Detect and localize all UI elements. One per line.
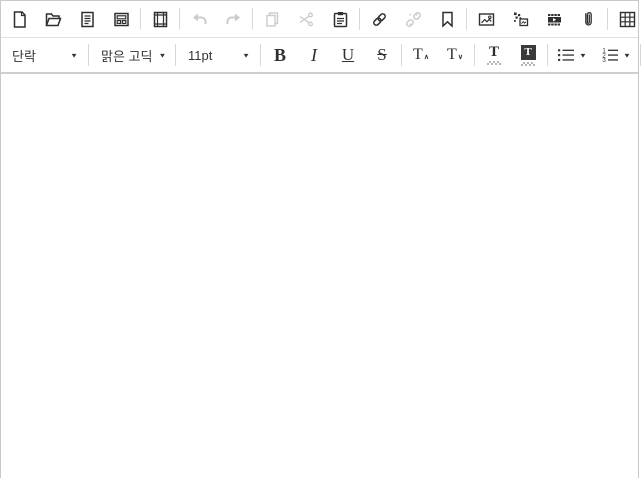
toolbar-divider <box>359 8 360 30</box>
highlight-box: T <box>521 45 536 60</box>
font-size-down-button[interactable]: T∨ <box>438 40 472 70</box>
attachment-button[interactable] <box>571 4 605 34</box>
chevron-down-icon: ▼ <box>623 51 631 58</box>
paragraph-style-select[interactable]: 단락 ▼ <box>2 41 86 69</box>
font-family-select[interactable]: 맑은 고딕 ▼ <box>91 41 173 69</box>
page-frame-button[interactable] <box>143 4 177 34</box>
bookmark-icon <box>438 10 457 29</box>
scissors-icon <box>297 10 316 29</box>
toolbar-divider <box>179 8 180 30</box>
image-icon <box>477 10 496 29</box>
chevron-down-icon: ▼ <box>579 51 587 58</box>
color-swatch <box>521 62 535 66</box>
link-button[interactable] <box>362 4 396 34</box>
undo-icon <box>190 10 209 29</box>
font-size-down-icon: T∨ <box>447 48 463 62</box>
undo-button[interactable] <box>182 4 216 34</box>
strikethrough-label: S <box>377 45 386 65</box>
font-color-button[interactable]: T <box>477 40 511 70</box>
paragraph-style-value: 단락 <box>12 46 36 65</box>
table-button[interactable] <box>610 4 642 34</box>
toolbar-divider <box>547 44 548 66</box>
table-grid-icon <box>618 10 637 29</box>
toolbar-divider <box>474 44 475 66</box>
bold-button[interactable]: B <box>263 40 297 70</box>
copy-icon <box>263 10 282 29</box>
new-document-button[interactable] <box>2 4 36 34</box>
copy-button[interactable] <box>255 4 289 34</box>
italic-button[interactable]: I <box>297 40 331 70</box>
numbered-list-button[interactable]: 1 2 3 ▼ <box>594 40 638 70</box>
link-icon <box>370 10 389 29</box>
toolbar-divider <box>260 44 261 66</box>
bullet-list-icon <box>557 47 575 63</box>
font-size-value: 11pt <box>188 48 212 63</box>
paperclip-icon <box>579 10 598 29</box>
redo-icon <box>224 10 243 29</box>
bullet-list-button[interactable]: ▼ <box>550 40 594 70</box>
editor-toolbar: » 단락 ▼ 맑은 고딕 ▼ 11pt ▼ B <box>1 1 638 74</box>
open-folder-icon <box>44 10 63 29</box>
underline-label: U <box>342 45 354 65</box>
toolbar-row-main: » <box>1 1 638 37</box>
color-swatch <box>487 61 501 65</box>
editor-content-area[interactable] <box>1 74 638 478</box>
toolbar-divider <box>640 44 641 66</box>
page-frame-icon <box>151 10 170 29</box>
bold-label: B <box>274 45 286 66</box>
chevron-down-icon: ▼ <box>70 51 78 58</box>
font-size-up-button[interactable]: T∧ <box>404 40 438 70</box>
underline-button[interactable]: U <box>331 40 365 70</box>
italic-label: I <box>311 45 317 66</box>
svg-text:3: 3 <box>602 57 606 63</box>
clipboard-icon <box>331 10 350 29</box>
rich-text-editor: » 단락 ▼ 맑은 고딕 ▼ 11pt ▼ B <box>0 0 639 478</box>
toolbar-row-format: 단락 ▼ 맑은 고딕 ▼ 11pt ▼ B I U <box>1 37 638 72</box>
photo-gallery-icon <box>511 10 530 29</box>
redo-button[interactable] <box>216 4 250 34</box>
toolbar-divider <box>607 8 608 30</box>
toolbar-divider <box>466 8 467 30</box>
chevron-down-icon: ▼ <box>158 51 166 58</box>
document-button[interactable] <box>70 4 104 34</box>
document-text-icon <box>78 10 97 29</box>
toolbar-divider <box>140 8 141 30</box>
toolbar-divider <box>401 44 402 66</box>
toolbar-divider <box>252 8 253 30</box>
strikethrough-button[interactable]: S <box>365 40 399 70</box>
toolbar-divider <box>88 44 89 66</box>
highlight-letter: T <box>524 47 531 58</box>
toolbar-divider <box>175 44 176 66</box>
form-layout-icon <box>112 10 131 29</box>
bookmark-button[interactable] <box>430 4 464 34</box>
numbered-list-icon: 1 2 3 <box>601 47 619 63</box>
chevron-down-icon: ▼ <box>242 51 250 58</box>
highlight-color-button[interactable]: T <box>511 40 545 70</box>
new-document-icon <box>10 10 29 29</box>
font-family-value: 맑은 고딕 <box>101 46 152 65</box>
cut-button[interactable] <box>289 4 323 34</box>
form-layout-button[interactable] <box>104 4 138 34</box>
video-button[interactable] <box>537 4 571 34</box>
video-icon <box>545 10 564 29</box>
paste-button[interactable] <box>323 4 357 34</box>
unlink-button[interactable] <box>396 4 430 34</box>
open-file-button[interactable] <box>36 4 70 34</box>
font-color-letter: T <box>489 45 499 59</box>
font-size-up-icon: T∧ <box>413 48 429 62</box>
photo-gallery-button[interactable] <box>503 4 537 34</box>
font-size-select[interactable]: 11pt ▼ <box>178 41 258 69</box>
image-button[interactable] <box>469 4 503 34</box>
unlink-icon <box>404 10 423 29</box>
